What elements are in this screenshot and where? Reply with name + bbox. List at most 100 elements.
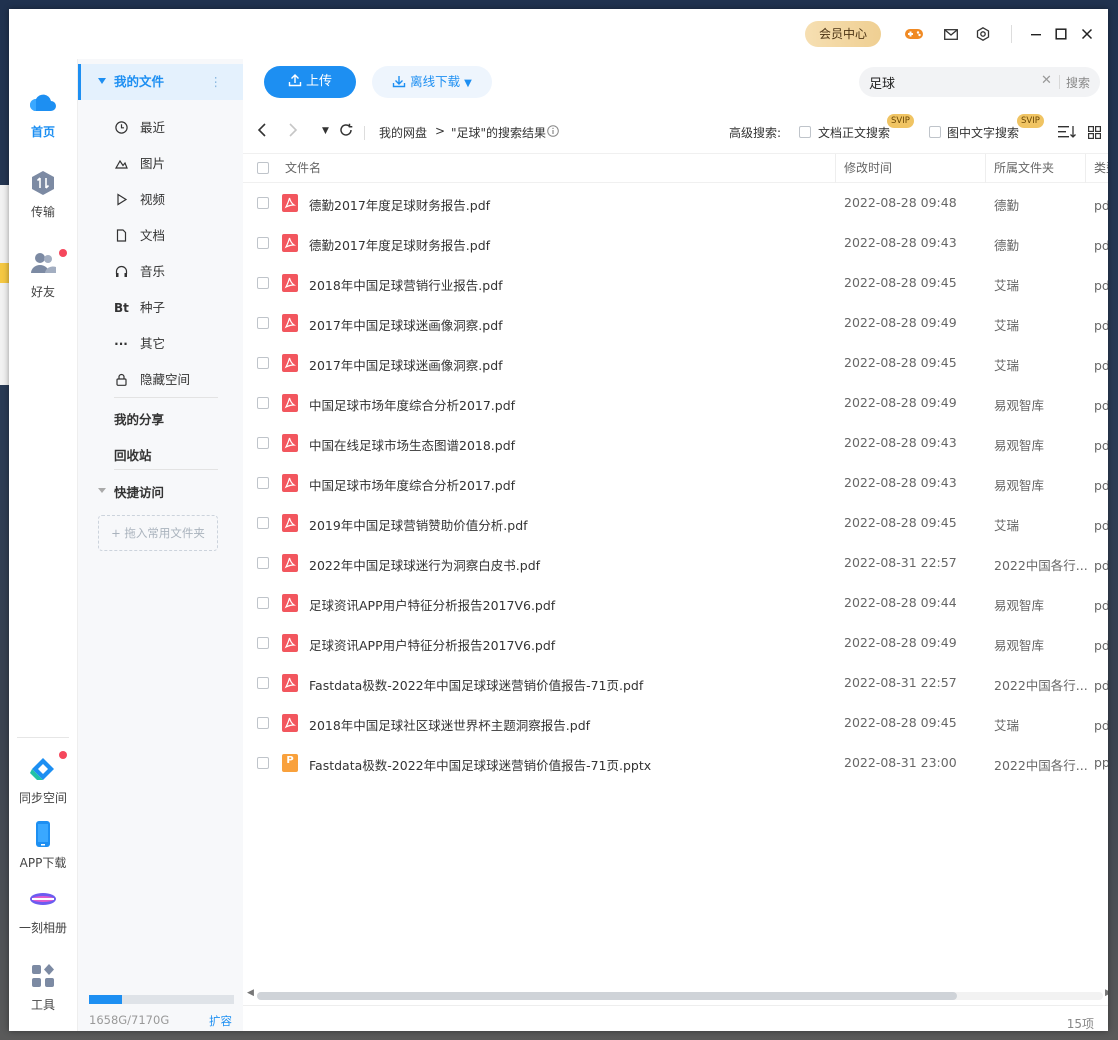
select-all-checkbox[interactable] (257, 162, 269, 174)
breadcrumb-root[interactable]: 我的网盘 (379, 124, 427, 141)
table-row[interactable]: 德勤2017年度足球财务报告.pdf 2022-08-28 09:43 德勤 pdf文 (243, 223, 1108, 263)
row-checkbox[interactable] (257, 757, 269, 769)
file-name[interactable]: 2022年中国足球球迷行为洞察白皮书.pdf (309, 555, 540, 574)
table-row[interactable]: 2017年中国足球球迷画像洞察.pdf 2022-08-28 09:45 艾瑞 pdf… (243, 343, 1108, 383)
file-name[interactable]: 2018年中国足球社区球迷世界杯主题洞察报告.pdf (309, 715, 590, 734)
file-name[interactable]: 中国足球市场年度综合分析2017.pdf (309, 395, 515, 414)
info-icon[interactable] (547, 125, 559, 140)
row-checkbox[interactable] (257, 597, 269, 609)
image-text-search-checkbox[interactable] (929, 126, 941, 138)
row-checkbox[interactable] (257, 517, 269, 529)
sort-icon[interactable] (1058, 125, 1076, 143)
row-checkbox[interactable] (257, 637, 269, 649)
forward-icon[interactable] (288, 123, 298, 141)
file-folder[interactable]: 艾瑞 (994, 515, 1019, 534)
refresh-icon[interactable] (339, 123, 353, 141)
file-name[interactable]: 足球资讯APP用户特征分析报告2017V6.pdf (309, 595, 555, 614)
file-name[interactable]: 中国足球市场年度综合分析2017.pdf (309, 475, 515, 494)
file-folder[interactable]: 艾瑞 (994, 315, 1019, 334)
rail-item-transfer[interactable]: 传输 (9, 169, 77, 220)
file-folder[interactable]: 易观智库 (994, 435, 1044, 454)
gamepad-icon[interactable] (904, 24, 924, 44)
row-checkbox[interactable] (257, 717, 269, 729)
rail-item-sync[interactable]: 同步空间 (9, 755, 77, 806)
file-name[interactable]: 2017年中国足球球迷画像洞察.pdf (309, 355, 503, 374)
sidebar-item-images[interactable]: 图片 (78, 146, 244, 182)
file-folder[interactable]: 易观智库 (994, 635, 1044, 654)
file-name[interactable]: 足球资讯APP用户特征分析报告2017V6.pdf (309, 635, 555, 654)
sidebar-item-hidden-space[interactable]: 隐藏空间 (78, 362, 244, 398)
more-vertical-icon[interactable]: ⋮ (210, 64, 223, 100)
rail-item-tools[interactable]: 工具 (9, 962, 77, 1013)
sidebar-quick-access[interactable]: 快捷访问 (114, 482, 164, 501)
history-dropdown-icon[interactable]: ▼ (322, 126, 329, 136)
table-row[interactable]: P Fastdata极数-2022年中国足球球迷营销价值报告-71页.pptx 20… (243, 743, 1108, 783)
upload-button[interactable]: 上传 (264, 66, 356, 98)
file-name[interactable]: 德勤2017年度足球财务报告.pdf (309, 195, 490, 214)
column-header-modified[interactable]: 修改时间 (835, 154, 985, 183)
row-checkbox[interactable] (257, 237, 269, 249)
rail-item-friends[interactable]: 好友 (9, 249, 77, 300)
file-folder[interactable]: 艾瑞 (994, 715, 1019, 734)
table-row[interactable]: 足球资讯APP用户特征分析报告2017V6.pdf 2022-08-28 09:4… (243, 583, 1108, 623)
file-name[interactable]: 2018年中国足球营销行业报告.pdf (309, 275, 503, 294)
file-name[interactable]: Fastdata极数-2022年中国足球球迷营销价值报告-71页.pptx (309, 755, 651, 774)
column-header-folder[interactable]: 所属文件夹 (985, 154, 1085, 183)
table-row[interactable]: 中国在线足球市场生态图谱2018.pdf 2022-08-28 09:43 易观智库… (243, 423, 1108, 463)
row-checkbox[interactable] (257, 397, 269, 409)
sidebar-item-music[interactable]: 音乐 (78, 254, 244, 290)
sidebar-item-recent[interactable]: 最近 (78, 110, 244, 146)
sidebar-item-torrents[interactable]: Bt 种子 (78, 290, 244, 326)
grid-view-icon[interactable] (1088, 125, 1102, 143)
file-folder[interactable]: 艾瑞 (994, 355, 1019, 374)
file-name[interactable]: 2019年中国足球营销赞助价值分析.pdf (309, 515, 528, 534)
file-folder[interactable]: 2022中国各行... (994, 555, 1088, 574)
sidebar-item-documents[interactable]: 文档 (78, 218, 244, 254)
file-folder[interactable]: 易观智库 (994, 595, 1044, 614)
close-icon[interactable] (1077, 24, 1097, 44)
sidebar-item-videos[interactable]: 视频 (78, 182, 244, 218)
table-row[interactable]: 2022年中国足球球迷行为洞察白皮书.pdf 2022-08-31 22:57 20… (243, 543, 1108, 583)
row-checkbox[interactable] (257, 677, 269, 689)
fulltext-search-checkbox[interactable] (799, 126, 811, 138)
row-checkbox[interactable] (257, 357, 269, 369)
file-folder[interactable]: 2022中国各行... (994, 675, 1088, 694)
offline-download-button[interactable]: 离线下载 ▼ (372, 66, 492, 98)
clear-search-icon[interactable]: ✕ (1041, 73, 1052, 88)
table-row[interactable]: 德勤2017年度足球财务报告.pdf 2022-08-28 09:48 德勤 pdf文 (243, 183, 1108, 223)
table-row[interactable]: 2019年中国足球营销赞助价值分析.pdf 2022-08-28 09:45 艾瑞 p… (243, 503, 1108, 543)
table-row[interactable]: 2018年中国足球营销行业报告.pdf 2022-08-28 09:45 艾瑞 pdf… (243, 263, 1108, 303)
favorite-folder-drop-zone[interactable]: + 拖入常用文件夹 (98, 515, 218, 551)
file-folder[interactable]: 易观智库 (994, 395, 1044, 414)
row-checkbox[interactable] (257, 277, 269, 289)
image-text-search-label[interactable]: 图中文字搜索 (947, 124, 1019, 141)
scroll-left-arrow-icon[interactable]: ◀ (247, 988, 254, 998)
row-checkbox[interactable] (257, 557, 269, 569)
rail-item-app-download[interactable]: APP下载 (9, 820, 77, 871)
expand-storage-link[interactable]: 扩容 (209, 1013, 232, 1029)
mail-icon[interactable] (941, 24, 961, 44)
file-folder[interactable]: 2022中国各行... (994, 755, 1088, 774)
table-row[interactable]: 中国足球市场年度综合分析2017.pdf 2022-08-28 09:49 易观智库… (243, 383, 1108, 423)
collapse-triangle-icon[interactable] (98, 488, 106, 493)
sidebar-item-other[interactable]: ··· 其它 (78, 326, 244, 362)
file-name[interactable]: 德勤2017年度足球财务报告.pdf (309, 235, 490, 254)
file-folder[interactable]: 德勤 (994, 195, 1019, 214)
table-row[interactable]: 足球资讯APP用户特征分析报告2017V6.pdf 2022-08-28 09:4… (243, 623, 1108, 663)
maximize-icon[interactable] (1051, 24, 1071, 44)
column-header-type[interactable]: 类型 (1085, 154, 1108, 183)
horizontal-scrollbar[interactable] (257, 992, 1103, 1000)
table-row[interactable]: 2017年中国足球球迷画像洞察.pdf 2022-08-28 09:49 艾瑞 pdf… (243, 303, 1108, 343)
sidebar-my-files[interactable]: 我的文件 ⋮ (78, 64, 244, 100)
row-checkbox[interactable] (257, 197, 269, 209)
sidebar-item-recycle-bin[interactable]: 回收站 (114, 445, 152, 464)
rail-item-album[interactable]: 一刻相册 (9, 885, 77, 936)
search-button[interactable]: 搜索 (1066, 74, 1090, 91)
file-name[interactable]: 2017年中国足球球迷画像洞察.pdf (309, 315, 503, 334)
minimize-icon[interactable] (1026, 24, 1046, 44)
file-name[interactable]: 中国在线足球市场生态图谱2018.pdf (309, 435, 515, 454)
settings-icon[interactable] (973, 24, 993, 44)
table-row[interactable]: 2018年中国足球社区球迷世界杯主题洞察报告.pdf 2022-08-28 09:… (243, 703, 1108, 743)
row-checkbox[interactable] (257, 317, 269, 329)
file-name[interactable]: Fastdata极数-2022年中国足球球迷营销价值报告-71页.pdf (309, 675, 643, 694)
